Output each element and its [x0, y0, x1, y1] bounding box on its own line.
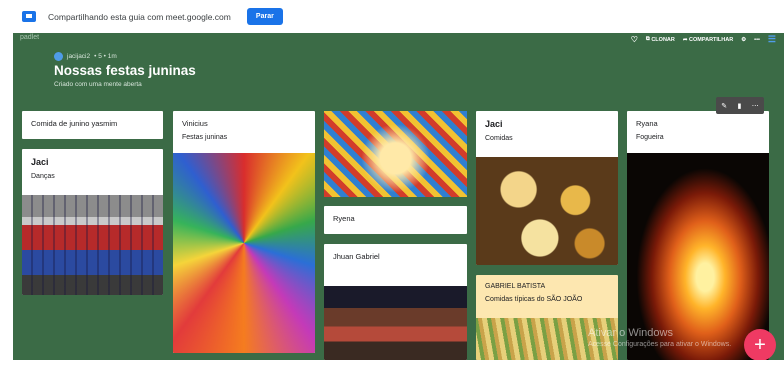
post-toolbar: ✎ ▮ ⋯: [716, 97, 764, 114]
food-photo[interactable]: [476, 157, 618, 265]
clone-label: CLONAR: [651, 36, 675, 43]
lights-photo[interactable]: [173, 153, 315, 353]
post-card[interactable]: Comida de junino yasmim: [22, 111, 163, 139]
post-title: Ryena: [333, 214, 355, 223]
post-title: Jaci: [31, 157, 49, 167]
post-body: Comidas: [485, 135, 513, 142]
post-title: Comida de junino yasmim: [31, 119, 118, 128]
author-meta: • 5 • 1m: [94, 53, 117, 60]
padlet-logo[interactable]: padlet: [20, 34, 39, 41]
post-title: Vinicius: [182, 119, 208, 128]
share-label: COMPARTILHAR: [689, 36, 734, 43]
screen: Compartilhando esta guia com meet.google…: [0, 0, 784, 367]
post-card[interactable]: Vinicius Festas juninas: [173, 111, 315, 353]
post-card[interactable]: Ryana Fogueira: [627, 111, 769, 360]
more-icon[interactable]: ⋯: [752, 102, 759, 110]
share-button[interactable]: ➦ COMPARTILHAR: [683, 37, 733, 43]
post-title: GABRIEL BATISTA: [485, 283, 546, 290]
add-post-button[interactable]: +: [744, 329, 776, 361]
trash-icon[interactable]: ▮: [738, 102, 742, 110]
post-title: Jhuan Gabriel: [333, 252, 380, 261]
share-banner: Compartilhando esta guia com meet.google…: [0, 0, 784, 33]
board-topbar: padlet ♡ ⧉ CLONAR ➦ COMPARTILHAR ⚙ ••• ☰: [13, 33, 784, 47]
post-body: Danças: [31, 173, 55, 180]
menu-icon[interactable]: ☰: [768, 34, 776, 45]
watermark-title: Ativar o Windows: [588, 327, 673, 339]
clone-button[interactable]: ⧉ CLONAR: [646, 36, 675, 43]
heart-icon[interactable]: ♡: [631, 35, 638, 44]
watermark-text: Acesse Configurações para ativar o Windo…: [588, 341, 732, 348]
post-body: Festas juninas: [182, 134, 228, 141]
post-title: Jaci: [485, 119, 503, 129]
board-actions: ♡ ⧉ CLONAR ➦ COMPARTILHAR ⚙ ••• ☰: [631, 34, 776, 45]
post-card[interactable]: Ryena: [324, 206, 467, 234]
edit-icon[interactable]: ✎: [721, 102, 727, 110]
author-line: jacijaci2 • 5 • 1m: [54, 52, 117, 61]
more-icon[interactable]: •••: [754, 37, 760, 43]
dance-photo[interactable]: [22, 195, 163, 295]
padlet-board: padlet ♡ ⧉ CLONAR ➦ COMPARTILHAR ⚙ ••• ☰…: [13, 33, 784, 360]
board-title: Nossas festas juninas: [54, 63, 196, 78]
stop-sharing-button[interactable]: Parar: [246, 8, 283, 25]
post-body: Comidas típicas do SÃO JOÃO: [485, 296, 583, 303]
author-name: jacijaci2: [67, 53, 91, 60]
post-body: Fogueira: [636, 134, 664, 141]
gear-icon[interactable]: ⚙: [741, 37, 746, 43]
post-card[interactable]: Jaci Comidas: [476, 111, 618, 265]
share-message: Compartilhando esta guia com meet.google…: [48, 11, 231, 22]
crowd-photo[interactable]: [324, 286, 467, 360]
party-photo[interactable]: [324, 111, 467, 197]
board-subtitle: Criado com uma mente aberta: [54, 81, 142, 88]
post-card[interactable]: Jaci Danças: [22, 149, 163, 295]
windows-watermark: Ativar o Windows Acesse Configurações pa…: [588, 327, 731, 348]
status-strip: [0, 360, 784, 367]
screen-share-icon: [22, 11, 36, 22]
avatar: [54, 52, 63, 61]
post-card[interactable]: Jhuan Gabriel: [324, 244, 467, 360]
